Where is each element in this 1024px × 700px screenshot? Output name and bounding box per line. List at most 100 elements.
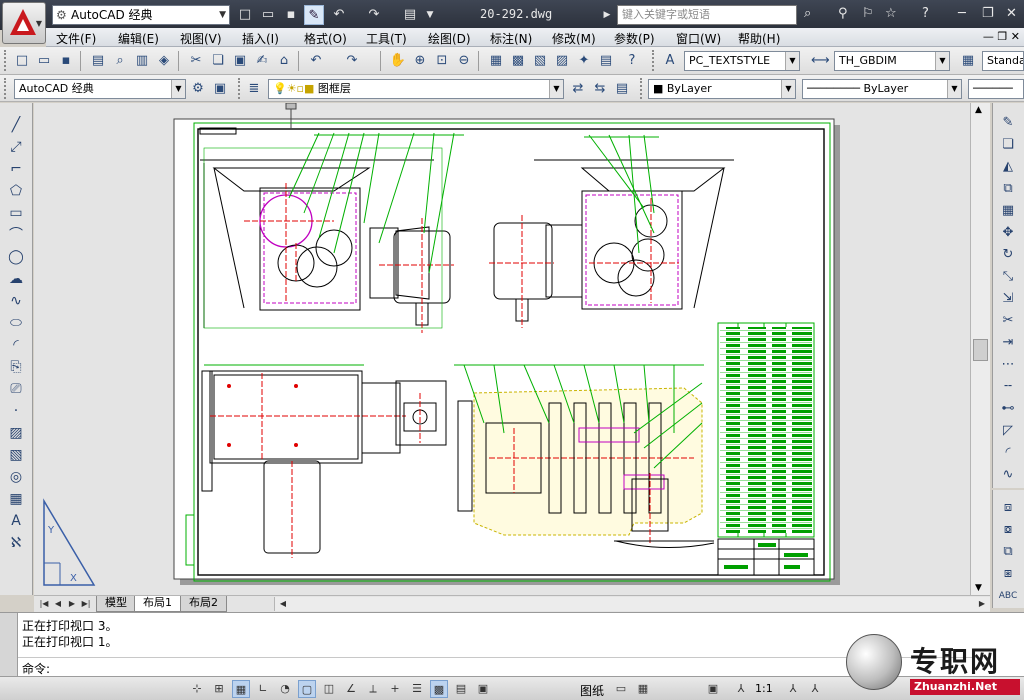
redo-icon[interactable]: ↷: [364, 5, 384, 25]
scroll-right-icon[interactable]: ▶: [976, 598, 988, 610]
communication-center-icon[interactable]: ⚐: [862, 6, 874, 21]
send-under-icon[interactable]: ⧆: [998, 564, 1018, 584]
toolbar-grip[interactable]: [652, 50, 655, 71]
plot-icon[interactable]: ▤: [88, 51, 108, 71]
workspace-combo[interactable]: AutoCAD 经典 ▼: [14, 79, 186, 99]
restore-icon[interactable]: ❐: [982, 6, 994, 21]
ellipse-icon[interactable]: ⬭: [6, 313, 26, 333]
drawing-canvas[interactable]: Y X: [34, 21, 970, 595]
blend-curves-icon[interactable]: ∿: [998, 465, 1018, 485]
toolbar-grip[interactable]: [640, 78, 643, 99]
scroll-up-icon[interactable]: ▲: [975, 105, 982, 115]
lineweight-icon[interactable]: ☰: [408, 680, 426, 698]
region-icon[interactable]: ◎: [6, 467, 26, 487]
binoculars-icon[interactable]: ⌕: [804, 6, 811, 21]
scroll-down-icon[interactable]: ▼: [975, 583, 982, 593]
hatch-icon[interactable]: ▨: [6, 423, 26, 443]
help-search-input[interactable]: 键入关键字或短语: [617, 5, 797, 25]
revision-cloud-icon[interactable]: ☁: [6, 269, 26, 289]
cut-icon[interactable]: ✂: [186, 51, 206, 71]
menu-view[interactable]: 视图(V): [180, 30, 222, 47]
zoom-realtime-icon[interactable]: ⊕: [410, 51, 430, 71]
subscription-key-icon[interactable]: ⚲: [838, 6, 848, 21]
command-input[interactable]: 命令:: [18, 657, 978, 677]
annotation-visibility-icon[interactable]: ⅄: [784, 680, 802, 698]
plot-icon[interactable]: ▤: [400, 5, 420, 25]
minimize-icon[interactable]: ─: [958, 6, 966, 21]
menu-dimension[interactable]: 标注(N): [490, 30, 532, 47]
quick-view-drawings-icon[interactable]: ▦: [634, 680, 652, 698]
zoom-previous-icon[interactable]: ⊖: [454, 51, 474, 71]
search-expand-icon[interactable]: ▶: [597, 5, 617, 25]
maximize-viewport-icon[interactable]: ▣: [704, 680, 722, 698]
menu-modify[interactable]: 修改(M): [552, 30, 596, 47]
linetype-combo[interactable]: ──────── ByLayer ▼: [802, 79, 962, 99]
chamfer-icon[interactable]: ◸: [998, 421, 1018, 441]
save-icon[interactable]: ▪: [56, 51, 76, 71]
make-block-icon[interactable]: ⎚: [6, 379, 26, 399]
sheet-set-icon[interactable]: ▨: [552, 51, 572, 71]
spline-icon[interactable]: ∿: [6, 291, 26, 311]
polygon-icon[interactable]: ⬠: [6, 181, 26, 201]
favorites-star-icon[interactable]: ☆: [885, 6, 897, 21]
layer-states-icon[interactable]: ▤: [612, 79, 632, 99]
3d-object-snap-icon[interactable]: ◫: [320, 680, 338, 698]
menu-parametric[interactable]: 参数(P): [614, 30, 655, 47]
application-menu-button[interactable]: ▼: [2, 2, 46, 44]
send-to-back-icon[interactable]: ⧇: [998, 520, 1018, 540]
snap-mode-icon[interactable]: ⊞: [210, 680, 228, 698]
dimension-style-combo[interactable]: TH_GBDIM ▼: [834, 51, 950, 71]
command-window-handle[interactable]: [0, 613, 18, 677]
gradient-icon[interactable]: ▧: [6, 445, 26, 465]
save-as-icon[interactable]: ✎: [304, 5, 324, 25]
prev-tab-icon[interactable]: ◀: [52, 598, 64, 610]
undo-icon[interactable]: ↶: [329, 5, 349, 25]
text-style-combo[interactable]: PC_TEXTSTYLE ▼: [684, 51, 800, 71]
horizontal-scrollbar[interactable]: ◀ ▶: [274, 597, 990, 611]
ortho-mode-icon[interactable]: ∟: [254, 680, 272, 698]
quick-view-layouts-icon[interactable]: ▭: [612, 680, 630, 698]
save-icon[interactable]: ▪: [281, 5, 301, 25]
transparency-icon[interactable]: ▩: [430, 680, 448, 698]
grid-display-icon[interactable]: ▦: [232, 680, 250, 698]
layer-manager-icon[interactable]: ≣: [244, 79, 264, 99]
quick-properties-icon[interactable]: ▤: [452, 680, 470, 698]
toolbar-grip[interactable]: [4, 78, 7, 99]
block-editor-icon[interactable]: ⌂: [274, 51, 294, 71]
lineweight-combo[interactable]: ──────: [968, 79, 1024, 99]
document-window-controls[interactable]: — ❐ ✕: [983, 30, 1020, 43]
dynamic-input-icon[interactable]: +: [386, 680, 404, 698]
extend-icon[interactable]: ⇥: [998, 333, 1018, 353]
stretch-icon[interactable]: ⇲: [998, 289, 1018, 309]
3d-dwf-icon[interactable]: ◈: [154, 51, 174, 71]
workspace-quick-combo[interactable]: ⚙ AutoCAD 经典 ▼: [52, 5, 230, 25]
add-selected-icon[interactable]: ℵ: [6, 533, 26, 553]
arc-icon[interactable]: ⌒: [6, 225, 26, 245]
line-icon[interactable]: ╱: [6, 115, 26, 135]
rotate-icon[interactable]: ↻: [998, 245, 1018, 265]
workspace-settings-icon[interactable]: ⚙: [188, 79, 208, 99]
new-file-icon[interactable]: □: [235, 5, 255, 25]
open-icon[interactable]: ▭: [34, 51, 54, 71]
join-icon[interactable]: ⊷: [998, 399, 1018, 419]
help-icon[interactable]: ?: [922, 6, 929, 21]
array-icon[interactable]: ▦: [998, 201, 1018, 221]
insert-block-icon[interactable]: ⎘: [6, 357, 26, 377]
paste-icon[interactable]: ▣: [230, 51, 250, 71]
design-center-icon[interactable]: ▩: [508, 51, 528, 71]
menu-file[interactable]: 文件(F): [56, 30, 96, 47]
copy-icon[interactable]: ❏: [208, 51, 228, 71]
menu-edit[interactable]: 编辑(E): [118, 30, 159, 47]
annotation-scale-icon[interactable]: ⅄: [732, 680, 750, 698]
table-style-combo[interactable]: Standa: [982, 51, 1024, 71]
infer-constraints-icon[interactable]: ⊹: [188, 680, 206, 698]
fillet-icon[interactable]: ◜: [998, 443, 1018, 463]
pan-icon[interactable]: ✋: [388, 51, 408, 71]
help-icon[interactable]: ?: [622, 51, 642, 71]
last-tab-icon[interactable]: ▶|: [80, 598, 92, 610]
quick-access-menu-icon[interactable]: ▼: [420, 5, 440, 25]
selection-cycling-icon[interactable]: ▣: [474, 680, 492, 698]
redo-icon[interactable]: ↷: [342, 51, 362, 71]
markup-icon[interactable]: ✦: [574, 51, 594, 71]
undo-icon[interactable]: ↶: [306, 51, 326, 71]
